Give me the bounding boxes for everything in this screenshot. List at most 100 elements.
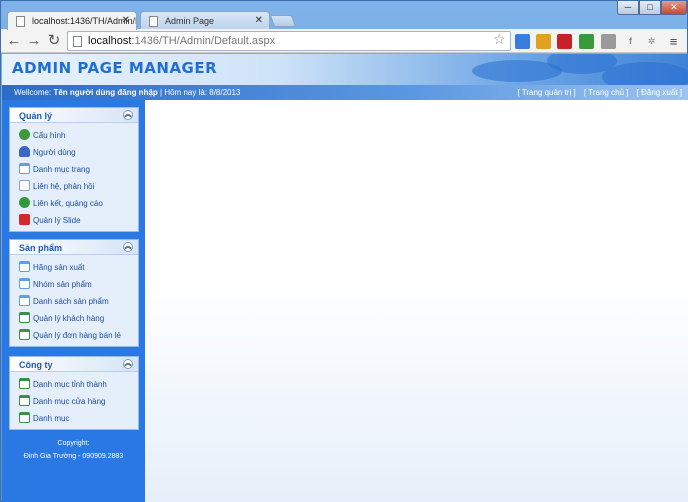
link-admin[interactable]: [ Trang quản trị ]: [517, 88, 575, 97]
url-path: :1436/TH/Admin/Default.aspx: [131, 35, 276, 47]
tab-admin-page[interactable]: Admin Page ✕: [140, 11, 270, 30]
window-edit-icon: [19, 412, 30, 423]
menu-item-nguoi-dung[interactable]: Người dùng: [18, 144, 138, 161]
browser-toolbar: ← → ↻ localhost:1436/TH/Admin/Default.as…: [1, 29, 687, 53]
sidebar: Quản lý ︽ Cấu hình Người dùng Danh mục t…: [2, 100, 145, 502]
window-icon: [19, 295, 30, 306]
menu-item-lien-ket[interactable]: Liên kết, quảng cáo: [18, 195, 138, 212]
menu-item-label: Người dùng: [33, 148, 76, 157]
back-arrow-icon[interactable]: ←: [5, 32, 23, 50]
menu-item-tinh-thanh[interactable]: Danh mục tỉnh thành: [18, 376, 138, 393]
slides-icon: [19, 214, 30, 225]
panel-title: Công ty: [19, 360, 53, 370]
welcome-prefix: Wellcome:: [14, 88, 52, 97]
menu-item-slide[interactable]: Quản lý Slide: [18, 212, 138, 229]
panel-san-pham: Sản phẩm ︽ Hãng sản xuất Nhóm sản phẩm D…: [9, 239, 139, 347]
menu-item-label: Hãng sản xuất: [33, 263, 85, 272]
menu-item-label: Danh mục trang: [33, 165, 90, 174]
menu-item-lien-he[interactable]: Liên hệ, phản hồi: [18, 178, 138, 195]
facebook-icon[interactable]: f: [623, 34, 638, 49]
window-close-button[interactable]: ✕: [661, 1, 687, 15]
menu-item-label: Liên kết, quảng cáo: [33, 199, 103, 208]
collapse-icon[interactable]: ︽: [123, 242, 133, 252]
panel-title: Sản phẩm: [19, 243, 63, 253]
panel-header[interactable]: Công ty ︽: [10, 357, 138, 372]
menu-list: Cấu hình Người dùng Danh mục trang Liên …: [10, 123, 138, 231]
menu-item-khach-hang[interactable]: Quản lý khách hàng: [18, 310, 138, 327]
menu-item-don-hang[interactable]: Quản lý đơn hàng bán lẻ: [18, 327, 138, 344]
window-edit-icon: [19, 395, 30, 406]
menu-list: Hãng sản xuất Nhóm sản phẩm Danh sách sả…: [10, 255, 138, 346]
menu-item-danh-sach-san-pham[interactable]: Danh sách sản phẩm: [18, 293, 138, 310]
globe-gear-icon: [19, 129, 30, 140]
reload-icon[interactable]: ↻: [45, 32, 63, 50]
menu-item-label: Nhóm sản phẩm: [33, 280, 92, 289]
menu-item-danh-muc-trang[interactable]: Danh mục trang: [18, 161, 138, 178]
close-icon[interactable]: ✕: [122, 15, 130, 26]
mail-icon[interactable]: [601, 34, 616, 49]
menu-item-label: Danh mục cửa hàng: [33, 397, 106, 406]
extension-icon[interactable]: [536, 34, 551, 49]
copyright-name: Đinh Gia Trường - 090909.2883: [23, 453, 124, 460]
page-icon: [149, 16, 158, 27]
collapse-icon[interactable]: ︽: [123, 359, 133, 369]
menu-item-label: Danh sách sản phẩm: [33, 297, 109, 306]
info-bar: Wellcome: Tên người dùng đăng nhập | Hôm…: [2, 85, 688, 100]
extension-icon[interactable]: [579, 34, 594, 49]
panel-header[interactable]: Quản lý ︽: [10, 108, 138, 123]
link-logout[interactable]: [ Đăng xuất ]: [637, 88, 682, 97]
site-title: ADMIN PAGE MANAGER: [12, 59, 218, 77]
menu-item-label: Cấu hình: [33, 131, 66, 140]
menu-item-label: Quản lý đơn hàng bán lẻ: [33, 331, 121, 340]
menu-item-nhom-san-pham[interactable]: Nhóm sản phẩm: [18, 276, 138, 293]
contact-icon: [19, 180, 30, 191]
panel-cong-ty: Công ty ︽ Danh mục tỉnh thành Danh mục c…: [9, 356, 139, 430]
menu-item-label: Danh mục: [33, 414, 70, 423]
globe-icon: [19, 197, 30, 208]
window-icon: [19, 163, 30, 174]
extension-icon[interactable]: [515, 34, 530, 49]
tab-strip: localhost:1436/TH/Admin/De ✕ Admin Page …: [1, 1, 687, 30]
banner-decoration: [602, 62, 688, 85]
menu-item-cau-hinh[interactable]: Cấu hình: [18, 127, 138, 144]
maximize-button[interactable]: □: [639, 1, 661, 15]
user-name: Tên người dùng đăng nhập: [53, 88, 158, 97]
menu-item-cua-hang[interactable]: Danh mục cửa hàng: [18, 393, 138, 410]
link-home[interactable]: [ Trang chủ ]: [584, 88, 628, 97]
panel-title: Quản lý: [19, 111, 53, 121]
panel-quan-ly: Quản lý ︽ Cấu hình Người dùng Danh mục t…: [9, 107, 139, 232]
menu-icon[interactable]: ≡: [666, 34, 681, 49]
window-edit-icon: [19, 378, 30, 389]
url-host: localhost: [88, 35, 132, 47]
menu-item-danh-muc[interactable]: Danh mục: [18, 410, 138, 427]
menu-item-label: Quản lý khách hàng: [33, 314, 105, 323]
address-bar[interactable]: localhost:1436/TH/Admin/Default.aspx: [67, 31, 511, 51]
extension-icon[interactable]: [557, 34, 572, 49]
page-icon: [16, 16, 25, 27]
tab-localhost[interactable]: localhost:1436/TH/Admin/De ✕: [7, 11, 137, 30]
window-icon: [19, 261, 30, 272]
panel-header[interactable]: Sản phẩm ︽: [10, 240, 138, 255]
menu-item-label: Quản lý Slide: [33, 216, 81, 225]
banner: ADMIN PAGE MANAGER: [2, 54, 688, 85]
menu-item-hang-san-xuat[interactable]: Hãng sản xuất: [18, 259, 138, 276]
web-page: ADMIN PAGE MANAGER Wellcome: Tên người d…: [2, 54, 688, 502]
close-icon[interactable]: ✕: [255, 15, 263, 26]
browser-window: localhost:1436/TH/Admin/De ✕ Admin Page …: [0, 0, 688, 502]
tab-title: Admin Page: [165, 16, 215, 26]
window-icon: [19, 278, 30, 289]
copyright-label: Copyright:: [57, 440, 90, 447]
new-tab-button[interactable]: [269, 15, 297, 27]
user-icon: [19, 146, 30, 157]
page-icon: [73, 36, 82, 47]
collapse-icon[interactable]: ︽: [123, 110, 133, 120]
gear-icon[interactable]: ✲: [644, 34, 659, 49]
window-edit-icon: [19, 329, 30, 340]
window-edit-icon: [19, 312, 30, 323]
menu-item-label: Danh mục tỉnh thành: [33, 380, 107, 389]
main-content: [145, 100, 688, 502]
forward-arrow-icon[interactable]: →: [25, 32, 43, 50]
top-links: [ Trang quản trị ] [ Trang chủ ] [ Đăng …: [511, 88, 682, 97]
bookmark-star-icon[interactable]: ☆: [493, 31, 506, 48]
minimize-button[interactable]: ─: [617, 1, 639, 15]
